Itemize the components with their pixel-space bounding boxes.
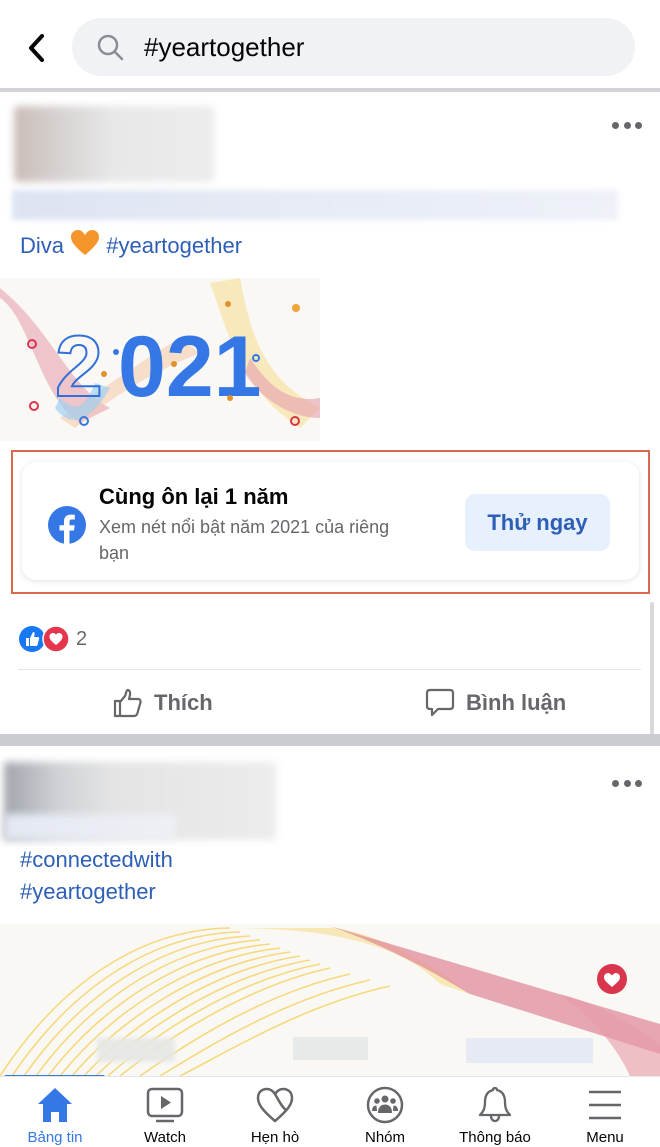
nav-label: Thông báo [459,1129,531,1146]
post-image[interactable] [0,924,660,1076]
chevron-left-icon [29,34,44,62]
dating-heart-icon [256,1087,294,1123]
year-2021-banner[interactable]: 2 021 [0,278,320,441]
menu-icon [589,1090,621,1120]
love-reaction-icon [42,625,70,653]
orange-heart-icon [71,230,100,255]
caption-name[interactable]: Diva [20,233,64,258]
like-button[interactable]: Thích [112,680,213,726]
dot-icon [612,779,619,787]
highlight-annotation-box: Cùng ôn lại 1 năm Xem nét nổi bật năm 20… [11,450,650,594]
scrollbar[interactable] [650,602,654,737]
nav-label: Menu [586,1129,624,1146]
reaction-summary[interactable]: 2 [18,625,87,653]
reaction-count: 2 [76,627,88,650]
hashtag-link[interactable]: #yeartogether [20,876,173,908]
comment-label: Bình luận [466,690,567,715]
bottom-navigation: Bảng tin Watch Hẹn hò Nhóm Thông báo Men… [0,1076,660,1147]
feed-separator [0,734,660,746]
nav-label: Bảng tin [27,1129,83,1146]
nav-label: Watch [144,1129,186,1146]
dot-icon [623,779,631,787]
try-now-button[interactable]: Thử ngay [465,494,610,551]
comment-bubble-icon [425,688,455,717]
nav-label: Nhóm [364,1129,405,1146]
nav-tab-watch[interactable]: Watch [110,1077,220,1147]
watch-icon [146,1087,184,1123]
top-bar [0,0,660,90]
blurred-meta [4,814,176,840]
dot-icon [635,121,642,129]
dot-icon [612,121,619,129]
bell-icon [478,1086,512,1123]
divider [18,669,641,670]
blurred-author-info [14,106,214,182]
nav-label: Hẹn hò [250,1129,300,1146]
banner-digits: 021 [118,319,262,415]
search-icon [97,34,124,61]
search-input[interactable] [144,18,614,76]
post-caption: Diva #yeartogether [20,229,242,261]
nav-tab-menu[interactable]: Menu [550,1077,660,1147]
banner-illustration [0,924,660,1076]
post-card: #connectedwith #yeartogether [0,746,660,1076]
banner-digit-outline: 2 [55,319,103,415]
thumbs-up-icon [113,688,142,718]
dot-icon [623,121,631,129]
dot-icon [635,779,642,787]
card-subtitle: Xem nét nổi bật năm 2021 của riêng bạn [99,517,390,563]
like-label: Thích [154,690,213,715]
facebook-logo-icon [48,506,86,544]
post-card: Diva #yeartogether 2 021 Cùng ôn lại 1 n… [0,92,660,737]
banner-illustration: 2 021 [0,278,320,441]
blurred-post-text [12,190,618,220]
more-options-button[interactable] [612,776,642,790]
post-caption: #connectedwith #yeartogether [20,844,173,908]
nav-tab-feed[interactable]: Bảng tin [0,1077,110,1147]
home-icon [38,1088,72,1122]
hashtag-link[interactable]: #connectedwith [20,844,173,876]
more-options-button[interactable] [612,118,642,132]
nav-tab-groups[interactable]: Nhóm [330,1077,440,1147]
hashtag-link[interactable]: #yeartogether [106,233,242,258]
back-button[interactable] [22,30,54,66]
groups-icon [366,1086,404,1124]
nav-tab-dating[interactable]: Hẹn hò [220,1077,330,1147]
nav-tab-notifications[interactable]: Thông báo [440,1077,550,1147]
card-title: Cùng ôn lại 1 năm [99,484,289,509]
comment-button[interactable]: Bình luận [424,680,566,726]
search-bar[interactable] [72,18,635,76]
year-in-review-card[interactable]: Cùng ôn lại 1 năm Xem nét nổi bật năm 20… [22,462,639,580]
